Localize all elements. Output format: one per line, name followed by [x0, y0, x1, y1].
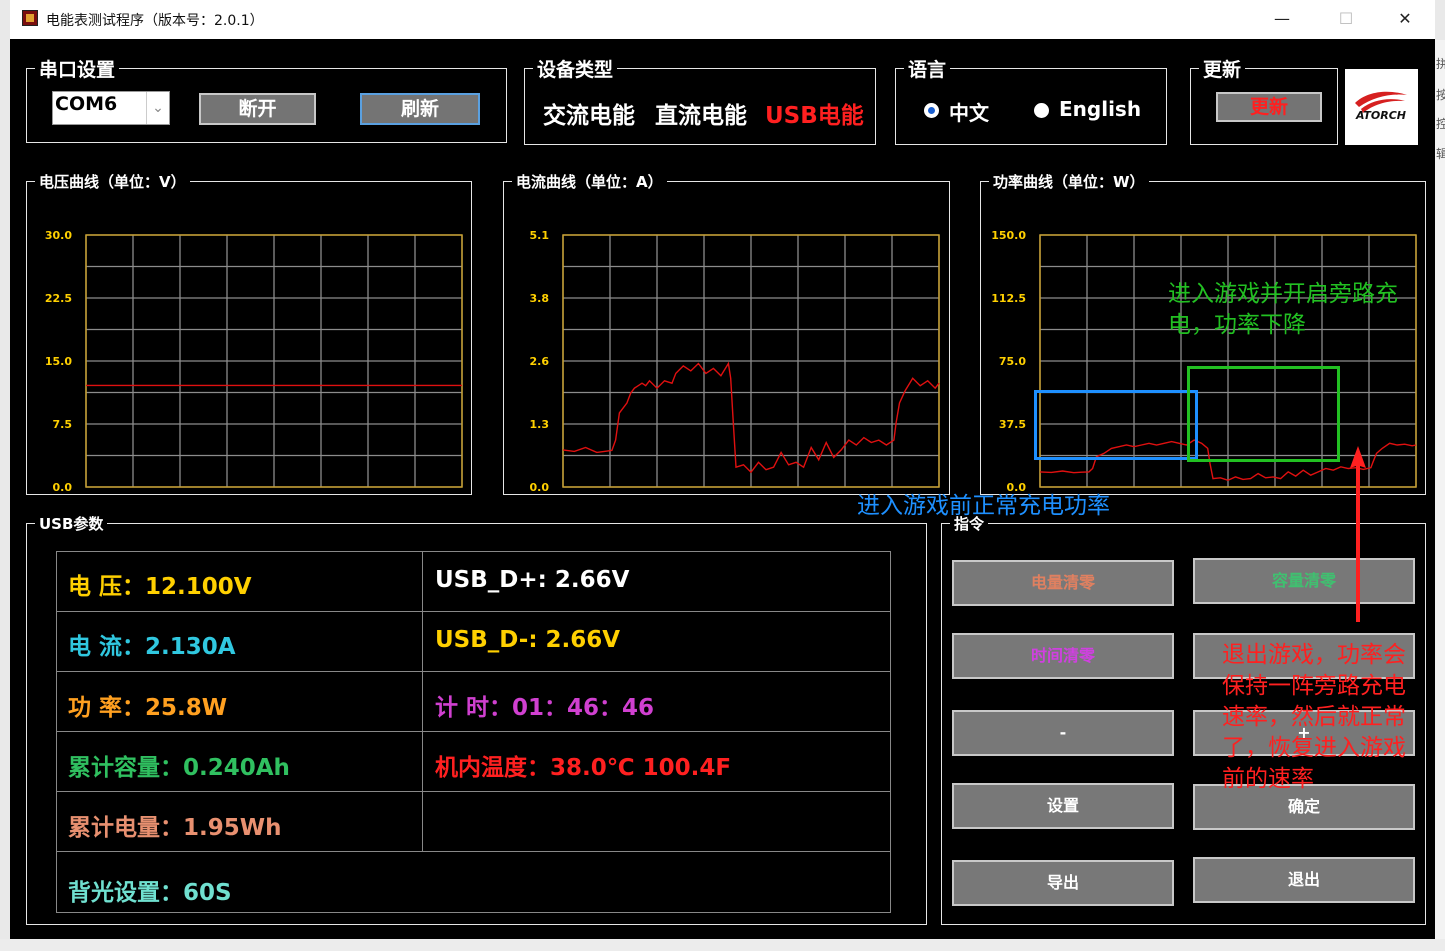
energy-label: 累计电量： [68, 815, 183, 841]
usb-params-table [56, 551, 891, 913]
edge-char: 控 [1436, 117, 1445, 131]
table-divider [56, 671, 891, 672]
maximize-button[interactable]: ☐ [1326, 5, 1366, 33]
device-option-ac[interactable]: 交流电能 [543, 96, 635, 130]
y-tick-label: 150.0 [991, 229, 1026, 242]
annotation-blue-text: 进入游戏前正常充电功率 [857, 493, 1110, 519]
power-value: 25.8W [145, 695, 228, 721]
y-tick-label: 1.3 [530, 418, 550, 431]
y-tick-label: 7.5 [53, 418, 73, 431]
current-row: 电 流：2.130A [68, 627, 236, 661]
update-button[interactable]: 更新 [1216, 92, 1322, 122]
y-tick-label: 3.8 [530, 292, 550, 305]
device-option-usb[interactable]: USB电能 [765, 96, 864, 130]
y-tick-label: 112.5 [991, 292, 1026, 305]
radio-english[interactable] [1034, 103, 1049, 118]
y-tick-label: 15.0 [45, 355, 72, 368]
edge-char: 按 [1436, 88, 1445, 102]
usb-params-legend: USB参数 [39, 515, 104, 533]
temp-value: 38.0℃ 100.4F [550, 755, 732, 781]
voltage-value: 12.100V [145, 574, 252, 600]
exit-button[interactable]: 退出 [1193, 857, 1415, 903]
timer-row: 计 时：01：46：46 [435, 688, 654, 722]
capacity-row: 累计容量：0.240Ah [68, 748, 290, 782]
clear-time-button[interactable]: 时间清零 [952, 633, 1174, 679]
app-icon [22, 10, 38, 26]
background-window-edge [1435, 40, 1445, 940]
settings-button[interactable]: 设置 [952, 783, 1174, 829]
clear-capacity-button[interactable]: 容量清零 [1193, 558, 1415, 604]
backlight-value: 60S [183, 880, 232, 906]
chevron-down-icon[interactable]: ⌄ [146, 92, 169, 124]
clear-energy-button[interactable]: 电量清零 [952, 560, 1174, 606]
edge-char: 辑 [1436, 147, 1445, 161]
dplus-value: USB_D+: 2.66V [435, 567, 630, 593]
taskbar-edge [0, 939, 1445, 951]
current-label: 电 流： [68, 634, 146, 660]
annotation-red-text: 退出游戏，功率会保持一阵旁路充电速率，然后就正常了，恢复进入游戏前的速率 [1222, 642, 1406, 792]
annotation-red-arrow [1350, 446, 1366, 622]
table-divider [56, 611, 891, 612]
table-divider [56, 791, 891, 792]
dminus-row: USB_D-: 2.66V [435, 627, 620, 653]
language-legend: 语言 [908, 59, 947, 81]
capacity-value: 0.240Ah [183, 755, 290, 781]
current-value: 2.130A [145, 634, 236, 660]
y-tick-label: 37.5 [999, 418, 1026, 431]
port-value: COM6 [55, 93, 118, 115]
refresh-button[interactable]: 刷新 [360, 93, 480, 125]
table-divider [56, 731, 891, 732]
temp-row: 机内温度：38.0℃ 100.4F [435, 748, 731, 782]
radio-chinese-label[interactable]: 中文 [949, 97, 989, 126]
window-title: 电能表测试程序（版本号：2.0.1） [46, 13, 264, 29]
y-tick-label: 30.0 [45, 229, 72, 242]
energy-row: 累计电量：1.95Wh [68, 808, 282, 842]
disconnect-button[interactable]: 断开 [199, 93, 316, 125]
annotation-green-box [1187, 366, 1340, 462]
energy-value: 1.95Wh [183, 815, 282, 841]
y-tick-label: 2.6 [530, 355, 550, 368]
radio-chinese[interactable] [924, 103, 939, 118]
backlight-row: 背光设置：60S [68, 873, 232, 907]
voltage-label: 电 压： [68, 574, 146, 600]
logo-text: ATORCH [1355, 109, 1406, 122]
edge-char: 拼 [1436, 57, 1445, 71]
device-option-dc[interactable]: 直流电能 [655, 96, 747, 130]
timer-value: 01：46：46 [512, 695, 655, 721]
y-tick-label: 0.0 [53, 481, 73, 494]
radio-english-label[interactable]: English [1059, 97, 1141, 121]
minus-button[interactable]: - [952, 710, 1174, 756]
power-row: 功 率：25.8W [68, 688, 227, 722]
app-client-area: 串口设置 COM6 ⌄ 断开 刷新 设备类型 交流电能 直流电能 USB电能 语… [10, 39, 1435, 939]
power-label: 功 率： [68, 695, 146, 721]
y-tick-label: 75.0 [999, 355, 1026, 368]
voltage-chart: 30.022.515.07.50.015:23:5715:24:3815:24:… [45, 229, 463, 494]
close-button[interactable]: ✕ [1385, 5, 1425, 33]
temp-label: 机内温度： [435, 755, 550, 781]
timer-label: 计 时： [435, 695, 513, 721]
annotation-blue-box [1034, 390, 1198, 460]
dminus-value: USB_D-: 2.66V [435, 627, 621, 653]
minimize-button[interactable]: — [1262, 5, 1302, 33]
backlight-label: 背光设置： [68, 880, 183, 906]
y-tick-label: 22.5 [45, 292, 72, 305]
y-tick-label: 5.1 [530, 229, 550, 242]
export-button[interactable]: 导出 [952, 860, 1174, 906]
port-select[interactable]: COM6 ⌄ [52, 91, 170, 125]
update-legend: 更新 [1203, 59, 1242, 81]
device-type-legend: 设备类型 [537, 59, 614, 81]
serial-settings-legend: 串口设置 [39, 59, 116, 81]
table-divider [56, 851, 891, 852]
capacity-label: 累计容量： [68, 755, 183, 781]
y-tick-label: 0.0 [530, 481, 550, 494]
annotation-green-text: 进入游戏并开启旁路充电，功率下降 [1168, 281, 1398, 338]
current-chart: 5.13.82.61.30.015:23:5715:24:3815:24:591… [530, 229, 940, 494]
title-bar: 电能表测试程序（版本号：2.0.1） — ☐ ✕ [10, 0, 1435, 40]
dplus-row: USB_D+: 2.66V [435, 567, 629, 593]
atorch-logo: ATORCH [1345, 69, 1418, 145]
voltage-row: 电 压：12.100V [68, 567, 252, 601]
table-divider [422, 551, 423, 851]
